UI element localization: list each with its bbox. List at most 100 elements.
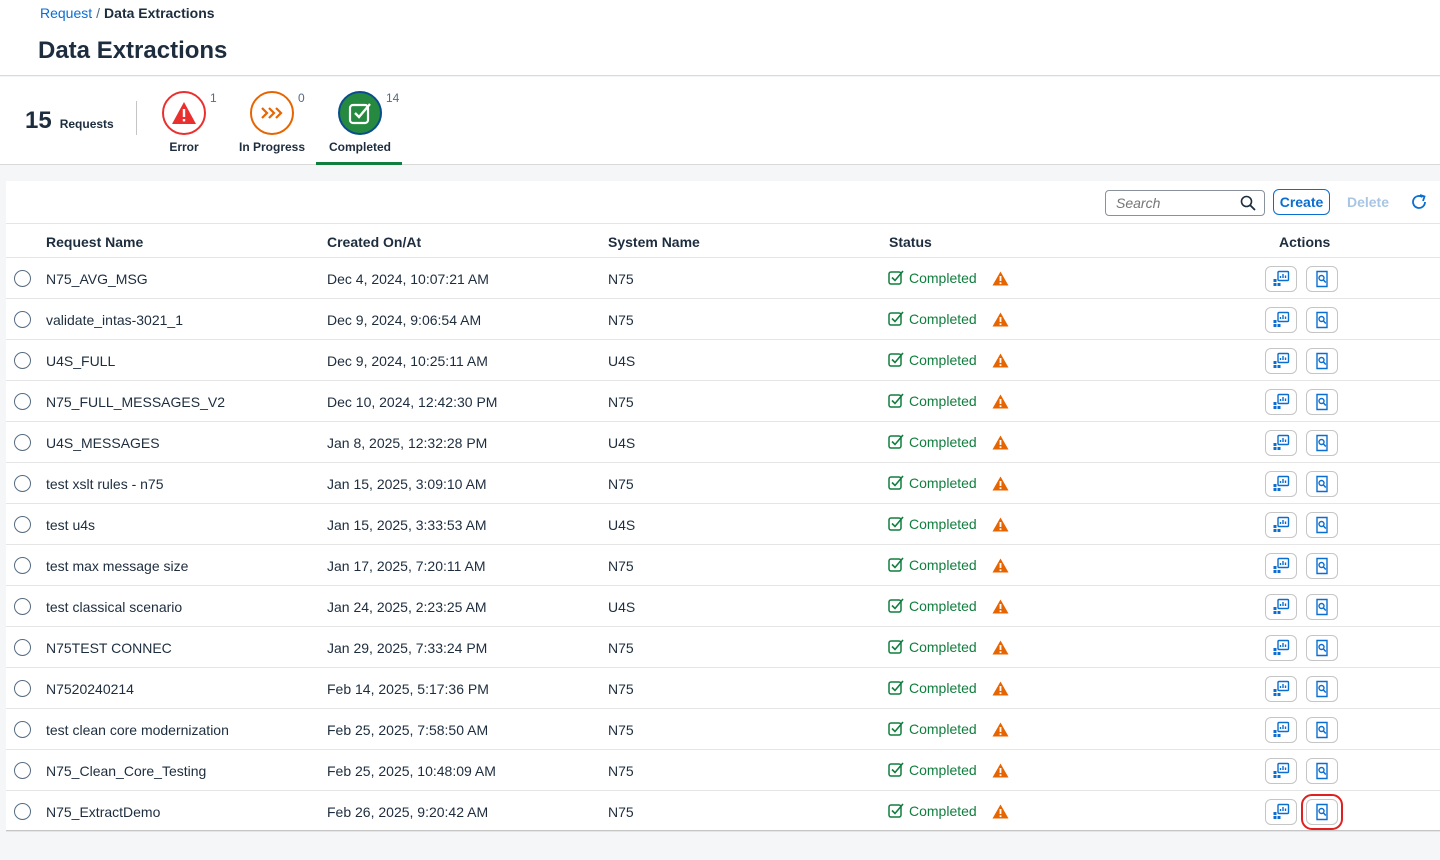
refresh-icon[interactable] (1409, 192, 1429, 212)
view-analytics-button[interactable] (1265, 266, 1297, 292)
table-row[interactable]: test max message size Jan 17, 2025, 7:20… (6, 545, 1440, 586)
row-select-radio[interactable] (14, 598, 31, 615)
table-row[interactable]: U4S_FULL Dec 9, 2024, 10:25:11 AM U4S Co… (6, 340, 1440, 381)
breadcrumb-link-request[interactable]: Request (40, 5, 92, 21)
view-report-button[interactable] (1301, 794, 1343, 830)
status-text: Completed (909, 515, 977, 532)
tab-error-count: 1 (210, 91, 217, 105)
view-analytics-button[interactable] (1265, 512, 1297, 538)
row-select-radio[interactable] (14, 434, 31, 451)
view-report-button[interactable] (1306, 348, 1338, 374)
warning-icon[interactable] (992, 558, 1009, 573)
view-analytics-button[interactable] (1265, 471, 1297, 497)
row-select-radio[interactable] (14, 311, 31, 328)
view-report-button[interactable] (1306, 594, 1338, 620)
row-select-radio[interactable] (14, 352, 31, 369)
view-analytics-button[interactable] (1265, 553, 1297, 579)
warning-icon[interactable] (992, 435, 1009, 450)
row-select-radio[interactable] (14, 516, 31, 533)
row-select-radio[interactable] (14, 557, 31, 574)
system-cell: N75 (608, 558, 634, 574)
view-analytics-button[interactable] (1265, 430, 1297, 456)
table-row[interactable]: test xslt rules - n75 Jan 15, 2025, 3:09… (6, 463, 1440, 504)
row-select-radio[interactable] (14, 475, 31, 492)
status-text: Completed (909, 269, 977, 286)
view-analytics-button[interactable] (1265, 307, 1297, 333)
row-select-radio[interactable] (14, 270, 31, 287)
view-report-button[interactable] (1306, 635, 1338, 661)
warning-icon[interactable] (992, 599, 1009, 614)
table-row[interactable]: N75_Clean_Core_Testing Feb 25, 2025, 10:… (6, 750, 1440, 791)
warning-icon[interactable] (992, 394, 1009, 409)
search-field[interactable] (1105, 190, 1265, 216)
warning-icon[interactable] (992, 640, 1009, 655)
column-header-created[interactable]: Created On/At (327, 234, 421, 250)
row-select-radio[interactable] (14, 803, 31, 820)
table-row[interactable]: test u4s Jan 15, 2025, 3:33:53 AM U4S Co… (6, 504, 1440, 545)
view-report-button[interactable] (1306, 512, 1338, 538)
view-report-button[interactable] (1306, 471, 1338, 497)
table-row[interactable]: test classical scenario Jan 24, 2025, 2:… (6, 586, 1440, 627)
row-select-radio[interactable] (14, 680, 31, 697)
view-analytics-button[interactable] (1265, 676, 1297, 702)
table-row[interactable]: U4S_MESSAGES Jan 8, 2025, 12:32:28 PM U4… (6, 422, 1440, 463)
warning-icon[interactable] (992, 763, 1009, 778)
row-select-radio[interactable] (14, 393, 31, 410)
view-report-button[interactable] (1306, 553, 1338, 579)
tab-in-progress[interactable]: 0 In Progress (228, 91, 316, 165)
warning-icon[interactable] (992, 681, 1009, 696)
warning-icon[interactable] (992, 722, 1009, 737)
warning-icon[interactable] (992, 476, 1009, 491)
view-report-button[interactable] (1306, 676, 1338, 702)
delete-button[interactable]: Delete (1339, 189, 1397, 215)
view-report-button[interactable] (1306, 758, 1338, 784)
table-row[interactable]: N75TEST CONNEC Jan 29, 2025, 7:33:24 PM … (6, 627, 1440, 668)
analytics-icon (1273, 393, 1290, 409)
view-analytics-button[interactable] (1265, 635, 1297, 661)
create-button[interactable]: Create (1273, 189, 1330, 215)
document-search-icon (1316, 434, 1328, 452)
column-header-system[interactable]: System Name (608, 234, 700, 250)
document-search-icon (1316, 311, 1328, 329)
table-row[interactable]: N75_ExtractDemo Feb 26, 2025, 9:20:42 AM… (6, 791, 1440, 832)
warning-icon[interactable] (992, 312, 1009, 327)
view-report-button[interactable] (1306, 430, 1338, 456)
table-row[interactable]: test clean core modernization Feb 25, 20… (6, 709, 1440, 750)
status-text: Completed (909, 310, 977, 327)
table-row[interactable]: N75_AVG_MSG Dec 4, 2024, 10:07:21 AM N75… (6, 258, 1440, 299)
created-cell: Feb 14, 2025, 5:17:36 PM (327, 681, 489, 697)
table-row[interactable]: N75_FULL_MESSAGES_V2 Dec 10, 2024, 12:42… (6, 381, 1440, 422)
status-text: Completed (909, 433, 977, 450)
search-input[interactable] (1116, 195, 1234, 211)
table-row[interactable]: N7520240214 Feb 14, 2025, 5:17:36 PM N75… (6, 668, 1440, 709)
view-analytics-button[interactable] (1265, 758, 1297, 784)
view-report-button[interactable] (1306, 307, 1338, 333)
search-icon[interactable] (1240, 195, 1256, 211)
view-analytics-button[interactable] (1265, 389, 1297, 415)
view-report-button[interactable] (1306, 389, 1338, 415)
tab-error-label: Error (169, 140, 199, 154)
column-header-request-name[interactable]: Request Name (46, 234, 143, 250)
table-row[interactable]: validate_intas-3021_1 Dec 9, 2024, 9:06:… (6, 299, 1440, 340)
tab-completed[interactable]: 14 Completed (316, 91, 404, 165)
analytics-icon (1273, 270, 1290, 286)
view-report-button[interactable] (1306, 266, 1338, 292)
view-report-button[interactable] (1306, 717, 1338, 743)
warning-icon[interactable] (992, 271, 1009, 286)
view-analytics-button[interactable] (1265, 799, 1297, 825)
row-select-radio[interactable] (14, 762, 31, 779)
warning-icon[interactable] (992, 353, 1009, 368)
status-cell: Completed (888, 638, 977, 655)
view-analytics-button[interactable] (1265, 348, 1297, 374)
created-cell: Dec 9, 2024, 10:25:11 AM (327, 353, 488, 369)
warning-icon[interactable] (992, 804, 1009, 819)
view-analytics-button[interactable] (1265, 717, 1297, 743)
row-select-radio[interactable] (14, 721, 31, 738)
page-title: Data Extractions (38, 37, 228, 64)
tab-error[interactable]: 1 Error (140, 91, 228, 165)
column-header-status[interactable]: Status (889, 234, 932, 250)
status-cell: Completed (888, 515, 977, 532)
view-analytics-button[interactable] (1265, 594, 1297, 620)
warning-icon[interactable] (992, 517, 1009, 532)
row-select-radio[interactable] (14, 639, 31, 656)
